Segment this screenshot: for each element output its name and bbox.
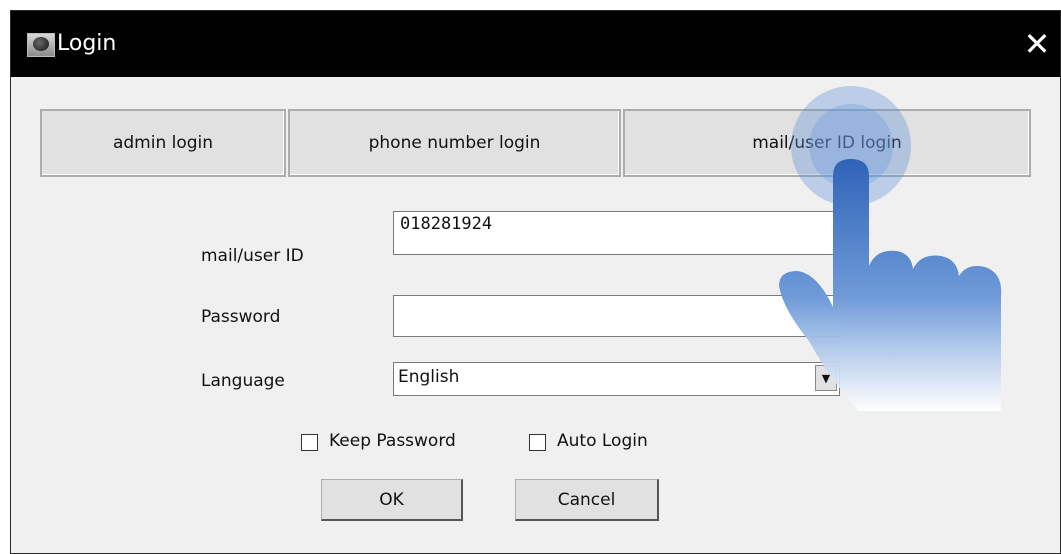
keep-password-checkbox[interactable] — [301, 434, 318, 451]
keep-password-label: Keep Password — [329, 431, 456, 451]
tab-phone-number-login[interactable]: phone number login — [288, 109, 621, 177]
password-label: Password — [201, 307, 281, 327]
camera-icon — [27, 33, 55, 57]
tab-admin-login[interactable]: admin login — [40, 109, 286, 177]
ok-button[interactable]: OK — [321, 479, 463, 521]
auto-login-label: Auto Login — [557, 431, 648, 451]
language-select-value: English — [398, 367, 460, 387]
language-label: Language — [201, 371, 285, 391]
user-id-input[interactable]: 018281924 — [393, 211, 843, 255]
user-id-label: mail/user ID — [201, 246, 304, 266]
auto-login-checkbox[interactable] — [529, 434, 546, 451]
close-icon[interactable]: ✕ — [1018, 25, 1056, 63]
language-select[interactable]: English ▼ — [393, 362, 840, 396]
window-title: Login — [57, 31, 117, 56]
title-bar: Login ✕ — [11, 11, 1060, 77]
password-input[interactable] — [393, 295, 843, 337]
cancel-button[interactable]: Cancel — [515, 479, 659, 521]
login-dialog: Login ✕ admin login phone number login m… — [10, 10, 1061, 554]
tab-mail-user-id-login[interactable]: mail/user ID login — [623, 109, 1031, 177]
chevron-down-icon[interactable]: ▼ — [815, 365, 837, 391]
